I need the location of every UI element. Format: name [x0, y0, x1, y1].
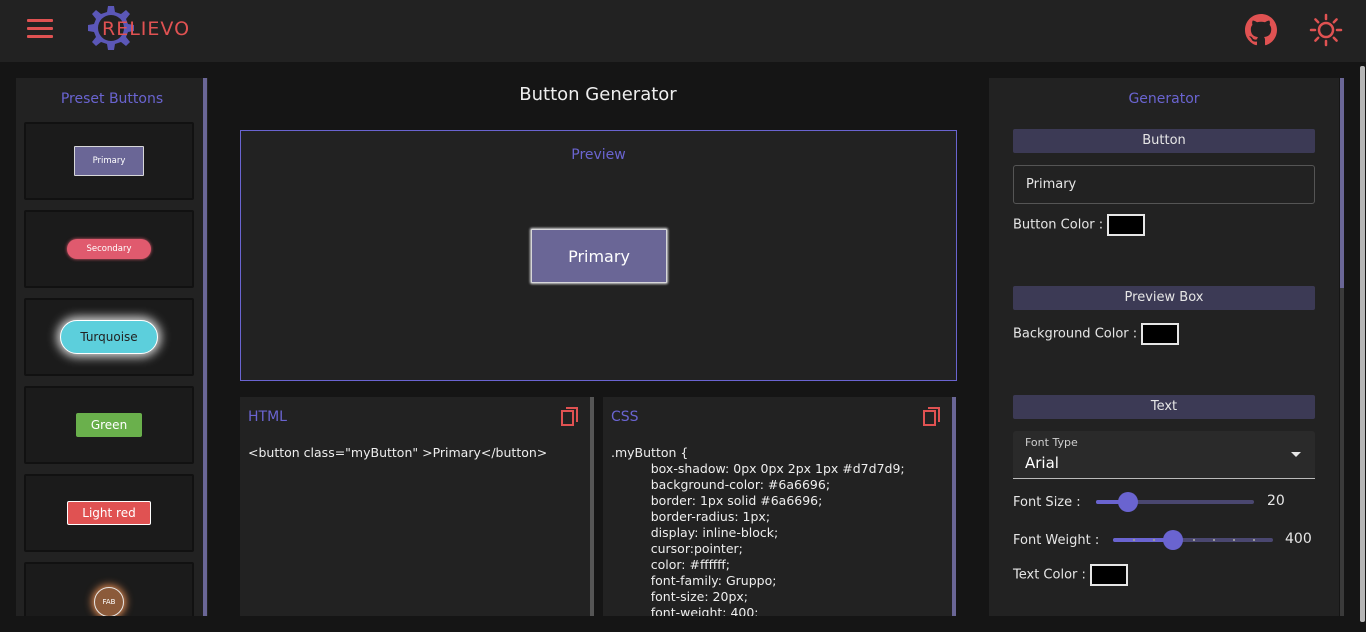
button-text-input[interactable]: Primary [1013, 165, 1315, 204]
preview-button[interactable]: Primary [531, 229, 667, 283]
css-code-text: .myButton { box-shadow: 0px 0px 2px 1px … [611, 445, 905, 616]
preset-button-green[interactable]: Green [76, 413, 142, 437]
font-type-label: Font Type [1025, 436, 1078, 449]
menu-icon[interactable] [27, 19, 53, 39]
background-color-picker[interactable] [1141, 323, 1180, 345]
preset-card-fab[interactable]: FAB [24, 562, 194, 616]
sun-icon[interactable] [1309, 13, 1343, 47]
css-panel-scrollbar[interactable] [952, 397, 956, 616]
text-color-row: Text Color : [1013, 564, 1128, 586]
preset-button-fab[interactable]: FAB [94, 587, 124, 616]
preset-card-secondary[interactable]: Secondary [24, 210, 194, 288]
html-panel-title: HTML [248, 409, 287, 425]
preview-box-section-header: Preview Box [1013, 286, 1315, 310]
generator-panel-scrollbar[interactable] [1340, 78, 1344, 616]
css-panel-title: CSS [611, 409, 639, 425]
preset-card-green[interactable]: Green [24, 386, 194, 464]
generator-title: Generator [1128, 91, 1200, 107]
font-weight-label: Font Weight : [1013, 533, 1100, 548]
font-weight-thumb[interactable] [1163, 530, 1183, 550]
font-size-label: Font Size : [1013, 495, 1081, 510]
preset-panel-scrollbar[interactable] [203, 78, 207, 616]
font-weight-tick [1233, 539, 1235, 541]
font-size-value: 20 [1267, 493, 1285, 509]
font-weight-tick [1213, 539, 1215, 541]
text-section-header: Text [1013, 395, 1315, 419]
preset-panel-title: Preset Buttons [60, 91, 164, 107]
html-code-panel: HTML <button class="myButton" >Primary</… [240, 397, 590, 616]
css-code-panel: CSS .myButton { box-shadow: 0px 0px 2px … [603, 397, 952, 616]
background-color-row: Background Color : [1013, 323, 1180, 345]
font-weight-value: 400 [1285, 531, 1312, 547]
font-size-thumb[interactable] [1117, 492, 1138, 512]
font-type-select[interactable]: Font Type Arial [1013, 431, 1315, 479]
background-color-label: Background Color : [1013, 326, 1138, 342]
generator-scroll-thumb[interactable] [1340, 78, 1344, 288]
button-color-label: Button Color : [1013, 217, 1104, 233]
font-size-slider[interactable] [1096, 492, 1254, 512]
preset-card-light-red[interactable]: Light red [24, 474, 194, 552]
font-weight-tick [1193, 539, 1195, 541]
logo[interactable]: RELIEVO [80, 2, 210, 58]
font-weight-tick [1253, 539, 1255, 541]
page-scrollbar[interactable] [1358, 62, 1366, 632]
github-icon[interactable] [1245, 14, 1277, 46]
copy-css-icon[interactable] [923, 407, 941, 427]
preset-button-secondary[interactable]: Secondary [67, 239, 151, 259]
font-type-value: Arial [1025, 454, 1059, 472]
preview-label: Preview [571, 147, 626, 163]
chevron-down-icon [1291, 452, 1301, 457]
preset-card-turquoise[interactable]: Turquoise [24, 298, 194, 376]
font-weight-tick [1153, 539, 1155, 541]
top-app-bar: RELIEVO [0, 0, 1366, 62]
preset-button-turquoise[interactable]: Turquoise [60, 320, 158, 354]
preview-box: Preview Primary [240, 130, 957, 381]
text-color-picker[interactable] [1089, 564, 1128, 586]
button-section-header: Button [1013, 129, 1315, 153]
preset-button-light-red[interactable]: Light red [67, 501, 151, 525]
page-title: Button Generator [519, 84, 677, 105]
button-color-picker[interactable] [1107, 214, 1146, 236]
html-panel-scrollbar[interactable] [590, 397, 594, 616]
button-color-row: Button Color : [1013, 214, 1146, 236]
html-code-text: <button class="myButton" >Primary</butto… [248, 445, 548, 460]
preset-button-primary[interactable]: Primary [74, 146, 144, 176]
page-scroll-thumb[interactable] [1360, 66, 1365, 622]
font-weight-tick [1133, 539, 1135, 541]
text-color-label: Text Color : [1013, 567, 1086, 583]
copy-html-icon[interactable] [561, 407, 579, 427]
logo-text: RELIEVO [102, 18, 191, 40]
font-weight-slider[interactable] [1113, 530, 1273, 550]
generator-panel: Generator Button Primary Button Color : … [989, 78, 1339, 616]
preset-card-primary[interactable]: Primary [24, 122, 194, 200]
preset-buttons-panel: Preset Buttons Primary Secondary Turquoi… [16, 78, 208, 616]
